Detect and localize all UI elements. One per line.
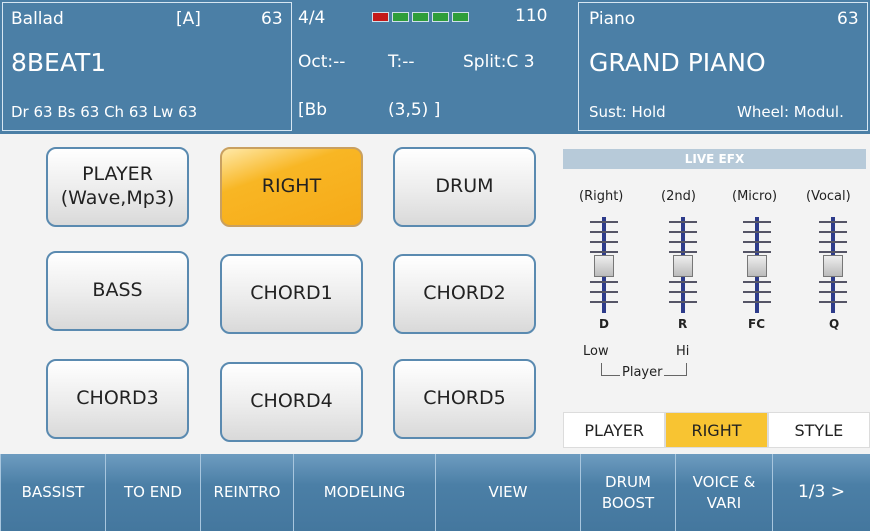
split-value: Split:C 3 xyxy=(463,52,535,72)
style-category: Ballad xyxy=(11,9,64,29)
to-end-button[interactable]: TO END xyxy=(105,454,200,531)
style-name: 8BEAT1 xyxy=(11,48,107,77)
chord3-button[interactable]: CHORD3 xyxy=(46,359,189,439)
efx-label-vocal: (Vocal) xyxy=(806,189,851,204)
view-button[interactable]: VIEW xyxy=(435,454,580,531)
player-low-label: Low xyxy=(583,344,609,359)
reintro-button[interactable]: REINTRO xyxy=(200,454,293,531)
main-area: PLAYER (Wave,Mp3) RIGHT DRUM BASS CHORD1… xyxy=(0,134,870,454)
slider-2nd-knob[interactable] xyxy=(673,255,693,277)
slider-letter-fc: FC xyxy=(748,317,766,331)
bass-button[interactable]: BASS xyxy=(46,251,189,331)
efx-label-micro: (Micro) xyxy=(732,189,778,204)
slider-micro-knob[interactable] xyxy=(747,255,767,277)
style-bank: [A] xyxy=(176,9,201,29)
time-signature: 4/4 xyxy=(298,8,326,28)
player-range-label: Player xyxy=(620,365,665,380)
slider-letter-q: Q xyxy=(829,317,840,331)
beat-led-5 xyxy=(452,12,469,22)
beat-led-2 xyxy=(392,12,409,22)
slider-right[interactable] xyxy=(586,217,622,313)
slider-2nd[interactable] xyxy=(665,217,701,313)
drum-button[interactable]: DRUM xyxy=(393,147,536,227)
style-levels: Dr 63 Bs 63 Ch 63 Lw 63 xyxy=(11,103,198,121)
slider-letter-r: R xyxy=(678,317,688,331)
bassist-button[interactable]: BASSIST xyxy=(0,454,105,531)
live-efx-title: LIVE EFX xyxy=(563,149,866,169)
slider-letter-d: D xyxy=(599,317,609,331)
voice-name: GRAND PIANO xyxy=(589,48,766,77)
header-bar: Ballad [A] 63 8BEAT1 Dr 63 Bs 63 Ch 63 L… xyxy=(0,0,870,134)
sustain-status: Sust: Hold xyxy=(589,103,666,121)
voice-category: Piano xyxy=(589,9,636,29)
player-hi-label: Hi xyxy=(676,344,690,359)
slider-right-knob[interactable] xyxy=(594,255,614,277)
chord-name: [Bb xyxy=(298,100,328,120)
wheel-status: Wheel: Modul. xyxy=(737,103,844,121)
modeling-button[interactable]: MODELING xyxy=(293,454,435,531)
beat-led-4 xyxy=(432,12,449,22)
efx-label-right: (Right) xyxy=(579,189,624,204)
drum-boost-button[interactable]: DRUM BOOST xyxy=(580,454,675,531)
efx-label-2nd: (2nd) xyxy=(661,189,696,204)
chord2-button[interactable]: CHORD2 xyxy=(393,254,536,334)
chord1-button[interactable]: CHORD1 xyxy=(220,254,363,334)
chord5-button[interactable]: CHORD5 xyxy=(393,359,536,439)
slider-vocal[interactable] xyxy=(815,217,851,313)
player-button[interactable]: PLAYER (Wave,Mp3) xyxy=(46,147,189,227)
transpose-value: T:-- xyxy=(388,52,415,72)
tab-right[interactable]: RIGHT xyxy=(665,412,768,448)
chord-position: (3,5) ] xyxy=(388,100,441,120)
efx-tabs: PLAYER RIGHT STYLE xyxy=(563,412,870,448)
chord4-button[interactable]: CHORD4 xyxy=(220,362,363,442)
beat-led-1 xyxy=(372,12,389,22)
style-panel[interactable]: Ballad [A] 63 8BEAT1 Dr 63 Bs 63 Ch 63 L… xyxy=(2,2,292,131)
right-button[interactable]: RIGHT xyxy=(220,147,363,227)
voice-vari-button[interactable]: VOICE & VARI xyxy=(675,454,772,531)
page-next-button[interactable]: 1/3 > xyxy=(772,454,870,531)
beat-indicator xyxy=(372,0,472,30)
live-efx-panel: LIVE EFX (Right) (2nd) (Micro) (Vocal) D… xyxy=(563,149,866,411)
tab-player[interactable]: PLAYER xyxy=(563,412,666,448)
beat-led-3 xyxy=(412,12,429,22)
footer-bar: BASSIST TO END REINTRO MODELING VIEW DRU… xyxy=(0,454,870,531)
tab-style[interactable]: STYLE xyxy=(767,412,870,448)
tempo-value: 110 xyxy=(515,6,548,26)
octave-value: Oct:-- xyxy=(298,52,346,72)
voice-number: 63 xyxy=(837,9,859,29)
style-number: 63 xyxy=(261,9,283,29)
voice-panel[interactable]: Piano 63 GRAND PIANO Sust: Hold Wheel: M… xyxy=(578,2,868,131)
slider-vocal-knob[interactable] xyxy=(823,255,843,277)
slider-micro[interactable] xyxy=(739,217,775,313)
